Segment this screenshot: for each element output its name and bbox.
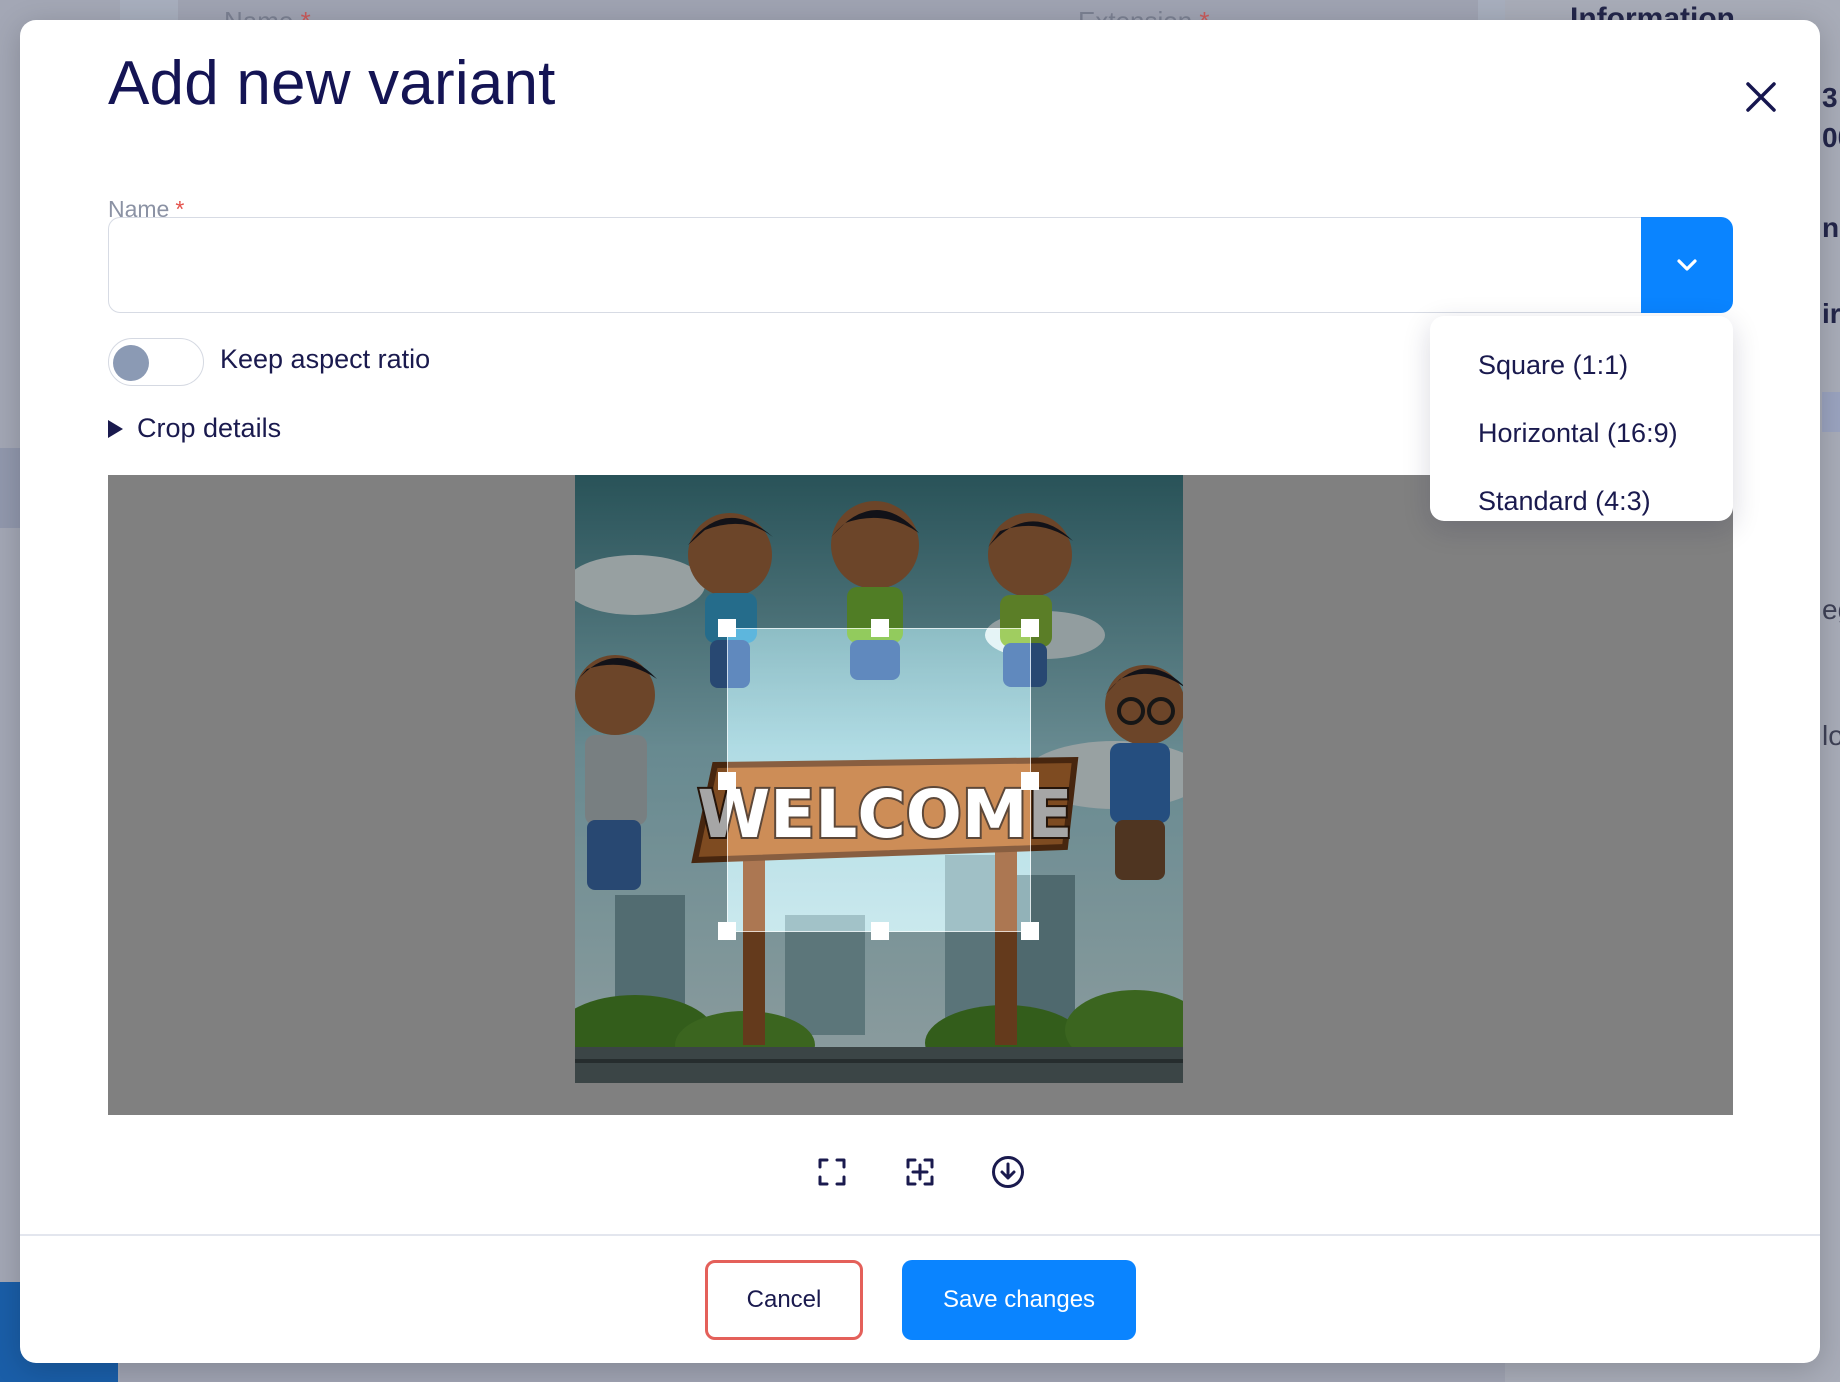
crop-handle-bottom[interactable]: [871, 922, 889, 940]
add-variant-modal: Add new variant Name * Square (1:1) Horiz…: [20, 20, 1820, 1363]
keep-aspect-ratio-toggle[interactable]: [108, 338, 204, 386]
disclosure-triangle-icon: [108, 419, 123, 438]
close-icon: [1746, 82, 1776, 112]
crop-details-disclosure[interactable]: Crop details: [108, 413, 281, 444]
crop-editor[interactable]: WELCOME: [108, 475, 1733, 1115]
fullscreen-icon: [818, 1158, 846, 1186]
variant-dropdown-menu: Square (1:1) Horizontal (16:9) Standard …: [1430, 316, 1733, 521]
background-fragment: n: [1822, 212, 1840, 243]
crop-handle-left[interactable]: [718, 772, 736, 790]
keep-aspect-ratio-label: Keep aspect ratio: [220, 344, 431, 374]
crop-handle-top-right[interactable]: [1021, 619, 1039, 637]
crop-selection[interactable]: [718, 619, 1039, 940]
focus-plus-icon: [906, 1158, 934, 1186]
fullscreen-button[interactable]: [812, 1152, 852, 1192]
background-fragment: lo: [1822, 720, 1840, 751]
crop-handle-bottom-right[interactable]: [1021, 922, 1039, 940]
variant-dropdown-button[interactable]: [1641, 217, 1733, 313]
save-changes-button[interactable]: Save changes: [902, 1260, 1136, 1340]
crop-details-label: Crop details: [137, 413, 282, 443]
crop-handle-right[interactable]: [1021, 772, 1039, 790]
toggle-knob: [113, 345, 149, 381]
background-fragment: ir: [1822, 298, 1840, 329]
modal-title: Add new variant: [108, 49, 556, 118]
dropdown-option-standard[interactable]: Standard (4:3): [1478, 486, 1651, 517]
background-fragment: 3:: [1822, 82, 1840, 113]
background-fragment: 00: [1822, 122, 1840, 153]
crop-handle-bottom-left[interactable]: [718, 922, 736, 940]
download-circle-icon: [992, 1156, 1024, 1188]
name-input[interactable]: [108, 217, 1641, 313]
close-button[interactable]: [1736, 72, 1786, 122]
cancel-button[interactable]: Cancel: [705, 1260, 863, 1340]
focus-crop-button[interactable]: [900, 1152, 940, 1192]
background-cell: [120, 0, 178, 22]
dropdown-option-horizontal[interactable]: Horizontal (16:9): [1478, 418, 1678, 449]
background-fragment: eg: [1822, 594, 1840, 625]
chevron-down-icon: [1677, 259, 1697, 271]
footer-divider: [20, 1234, 1820, 1236]
background-bar: [1822, 392, 1840, 432]
sidebar-stripe: [0, 448, 20, 528]
dropdown-option-square[interactable]: Square (1:1): [1478, 350, 1628, 381]
crop-handle-top-left[interactable]: [718, 619, 736, 637]
crop-toolbar: [20, 1152, 1820, 1192]
crop-handle-top[interactable]: [871, 619, 889, 637]
download-button[interactable]: [988, 1152, 1028, 1192]
